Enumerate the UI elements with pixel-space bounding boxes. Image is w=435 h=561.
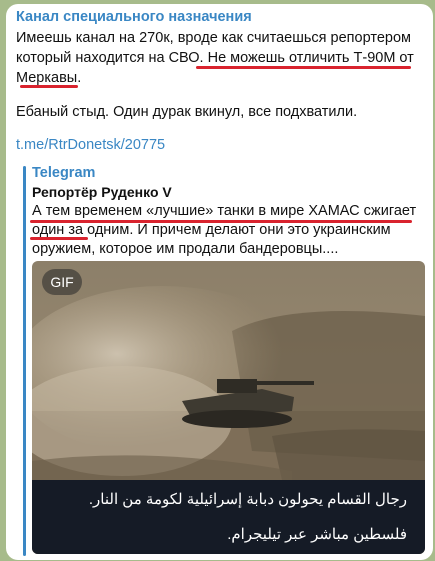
gif-badge[interactable]: GIF <box>42 269 82 295</box>
gif-video[interactable]: GIF رجال القسام يحولون دبابة إسرائيلية ل… <box>32 261 425 554</box>
message-text-part2: . <box>77 70 82 86</box>
forwarded-source[interactable]: Telegram <box>32 165 95 181</box>
caption-line: فلسطين مباشر عبر تيليجرام. <box>227 526 407 543</box>
forwarded-text: А тем временем «лучшие» танки в мире ХАМ… <box>32 202 424 259</box>
caption-line: رجال القسام يحولون دبابة إسرائيلية لكومة… <box>88 491 407 508</box>
message-text: Имеешь канал на 270к, вроде как считаешь… <box>16 28 416 88</box>
message-link[interactable]: t.me/RtrDonetsk/20775 <box>16 137 165 153</box>
red-underline <box>30 237 88 240</box>
red-underline <box>20 85 78 88</box>
forward-quote-bar <box>23 166 26 556</box>
forwarded-author[interactable]: Репортёр Руденко V <box>32 184 172 200</box>
red-underline <box>196 66 411 69</box>
video-caption-box: رجال القسام يحولون دبابة إسرائيلية لكومة… <box>32 480 425 554</box>
red-underline <box>30 220 412 223</box>
channel-name[interactable]: Канал специального назначения <box>16 9 252 25</box>
message-paragraph: Ебаный стыд. Один дурак вкинул, все подх… <box>16 104 358 120</box>
